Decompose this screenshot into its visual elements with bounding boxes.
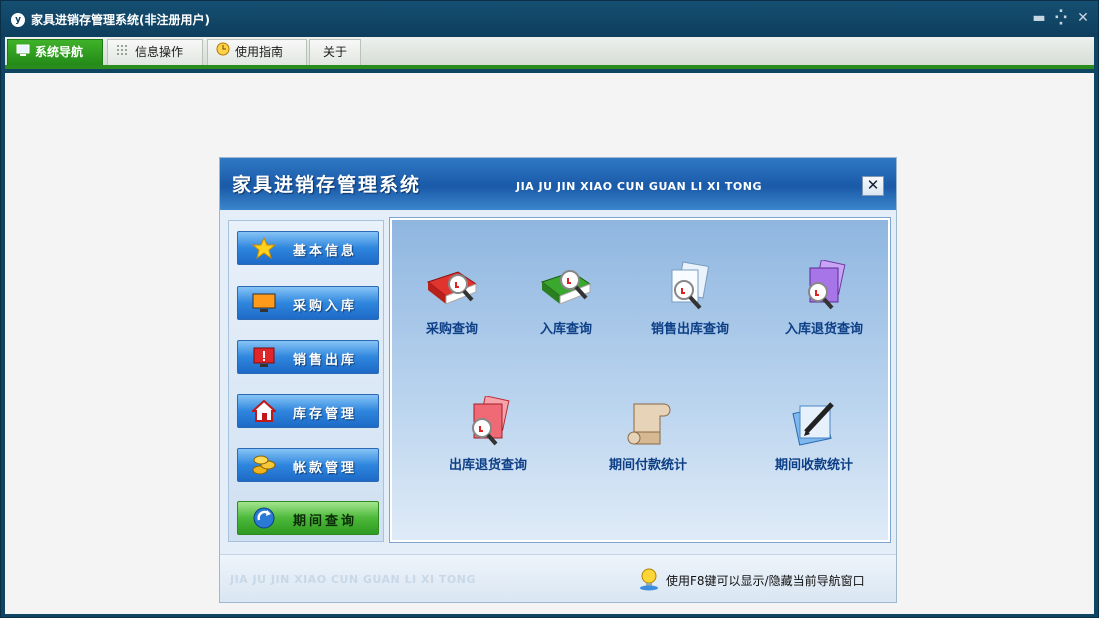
query-period-receipt-item[interactable]: 期间收款统计	[762, 396, 866, 473]
nav-label: 销售出库	[293, 353, 358, 368]
panel-footer: JIA JU JIN XIAO CUN GUAN LI XI TONG 使用F8…	[220, 554, 896, 602]
refresh-arrow-icon	[252, 507, 276, 529]
lightbulb-icon	[638, 567, 660, 591]
title-bar: y 家具进销存管理系统(非注册用户) ▬ ⁛ ✕	[1, 1, 1098, 37]
pen-document-icon	[786, 396, 842, 452]
nav-accounts-button[interactable]: 帐款管理	[237, 448, 379, 482]
query-label: 采购查询	[425, 322, 478, 337]
window-title: 家具进销存管理系统(非注册用户)	[31, 13, 210, 27]
green-book-search-icon	[538, 260, 594, 316]
home-icon	[250, 399, 278, 422]
nav-purchase-in-button[interactable]: 采购入库	[237, 286, 379, 320]
tab-label: 使用指南	[235, 45, 284, 59]
tab-label: 关于	[322, 45, 347, 59]
restore-icon[interactable]: ⁛	[1053, 9, 1069, 27]
query-period-payment-item[interactable]: 期间付款统计	[596, 396, 700, 473]
nav-label: 期间查询	[293, 514, 358, 529]
left-navigation: 基本信息 采购入库 销售出库 库存管理 帐款管理 期间查询	[228, 220, 384, 542]
query-sales-out-item[interactable]: 销售出库查询	[638, 260, 742, 337]
query-content-area: 采购查询 入库查询 销售出库查询 入库退货查询 出库退货查询 期间付款统计 期间…	[389, 217, 891, 543]
close-icon[interactable]: ✕	[1075, 9, 1091, 27]
query-stock-in-item[interactable]: 入库查询	[526, 260, 606, 337]
scroll-icon	[620, 396, 676, 452]
footer-watermark: JIA JU JIN XIAO CUN GUAN LI XI TONG	[230, 573, 477, 586]
panel-subtitle: JIA JU JIN XIAO CUN GUAN LI XI TONG	[516, 180, 763, 193]
app-logo-icon: y	[11, 13, 25, 27]
star-icon	[251, 236, 277, 260]
nav-period-query-button[interactable]: 期间查询	[237, 501, 379, 535]
nav-label: 采购入库	[293, 299, 358, 314]
alert-monitor-icon	[252, 346, 276, 368]
nav-label: 帐款管理	[293, 461, 358, 476]
query-label: 入库退货查询	[784, 322, 863, 337]
query-label: 出库退货查询	[448, 458, 527, 473]
query-stock-out-return-item[interactable]: 出库退货查询	[436, 395, 540, 473]
panel-title: 家具进销存管理系统	[232, 174, 422, 196]
monitor-icon	[252, 292, 276, 314]
tab-about[interactable]: 关于	[309, 39, 361, 65]
clock-icon	[216, 40, 230, 64]
query-label: 期间付款统计	[608, 458, 687, 473]
documents-search-icon	[662, 260, 718, 316]
query-label: 销售出库查询	[650, 322, 729, 337]
app-window: y 家具进销存管理系统(非注册用户) ▬ ⁛ ✕ 系统导航 信息操作 使用指南 …	[0, 0, 1099, 618]
nav-sales-out-button[interactable]: 销售出库	[237, 340, 379, 374]
query-stock-in-return-item[interactable]: 入库退货查询	[774, 259, 874, 337]
monitor-icon	[16, 40, 30, 64]
navigation-panel: 家具进销存管理系统 JIA JU JIN XIAO CUN GUAN LI XI…	[219, 157, 897, 603]
nav-inventory-button[interactable]: 库存管理	[237, 394, 379, 428]
nav-label: 库存管理	[293, 407, 358, 422]
purple-folder-search-icon	[796, 259, 852, 316]
footer-tip: 使用F8键可以显示/隐藏当前导航窗口	[666, 574, 865, 588]
red-book-search-icon	[424, 260, 480, 316]
query-label: 期间收款统计	[774, 458, 853, 473]
query-purchase-item[interactable]: 采购查询	[412, 260, 492, 337]
tab-label: 信息操作	[135, 45, 184, 59]
nav-basic-info-button[interactable]: 基本信息	[237, 231, 379, 265]
grid-icon	[116, 40, 130, 64]
panel-close-button[interactable]: ✕	[862, 176, 884, 196]
tab-info-operation[interactable]: 信息操作	[107, 39, 203, 65]
minimize-icon[interactable]: ▬	[1031, 9, 1047, 27]
tab-bar: 系统导航 信息操作 使用指南 关于	[5, 37, 1094, 69]
query-label: 入库查询	[539, 322, 592, 337]
panel-header: 家具进销存管理系统 JIA JU JIN XIAO CUN GUAN LI XI…	[220, 158, 896, 210]
nav-label: 基本信息	[293, 244, 358, 259]
tab-user-guide[interactable]: 使用指南	[207, 39, 307, 65]
tab-label: 系统导航	[35, 45, 84, 59]
coins-icon	[252, 454, 276, 476]
red-folder-search-icon	[460, 395, 516, 452]
tab-system-navigation[interactable]: 系统导航	[7, 39, 103, 65]
